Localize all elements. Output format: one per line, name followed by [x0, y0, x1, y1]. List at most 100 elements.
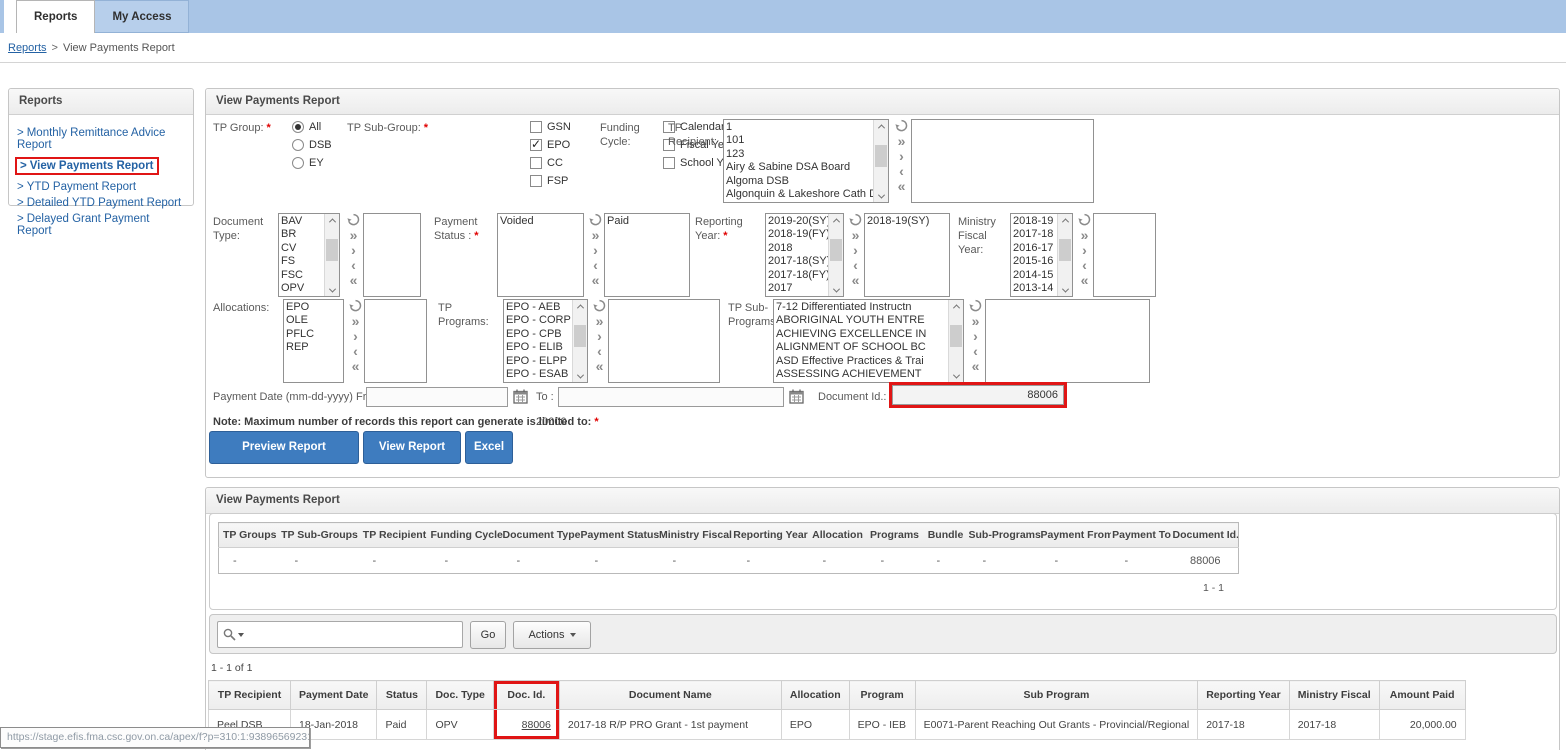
scrollbar-thumb[interactable] — [1059, 239, 1071, 261]
scrollbar-thumb[interactable] — [950, 325, 962, 347]
move-all-right-icon[interactable]: » — [352, 314, 360, 329]
list-option[interactable]: 7-12 Differentiated Instructn — [776, 301, 948, 314]
move-left-icon[interactable]: ‹ — [597, 344, 602, 359]
radio-dsb[interactable]: DSB — [292, 136, 332, 154]
sidebar-item-detailed-ytd[interactable]: >Detailed YTD Payment Report — [17, 197, 185, 209]
shuttle-reset-icon[interactable] — [969, 299, 982, 314]
tp-programs-list[interactable]: EPO - AEB EPO - CORP EPO - CPB EPO - ELI… — [503, 299, 588, 383]
move-all-right-icon[interactable]: » — [596, 314, 604, 329]
ministry-fiscal-selected-box[interactable] — [1093, 213, 1156, 297]
move-right-icon[interactable]: › — [593, 243, 598, 258]
list-option[interactable]: 2017-18 — [1013, 228, 1057, 241]
results-col-document-name[interactable]: Document Name — [559, 681, 781, 710]
list-option[interactable]: 2018-19(FY) — [768, 228, 828, 241]
scroll-down-icon[interactable] — [325, 284, 339, 296]
list-scrollbar[interactable] — [828, 214, 843, 296]
doc-id-link[interactable]: 88006 — [522, 719, 551, 731]
calendar-icon[interactable] — [789, 389, 805, 404]
tp-recipient-list[interactable]: 1 101 123 Airy & Sabine DSA Board Algoma… — [723, 119, 889, 203]
document-id-input[interactable]: 88006 — [892, 385, 1064, 405]
list-option[interactable]: 1 — [726, 121, 873, 134]
scrollbar-thumb[interactable] — [830, 239, 842, 261]
list-option[interactable]: ASD Effective Practices & Trai — [776, 355, 948, 368]
scroll-down-icon[interactable] — [829, 284, 843, 296]
scroll-up-icon[interactable] — [874, 120, 888, 132]
move-all-left-icon[interactable]: « — [350, 273, 358, 288]
checkbox-icon[interactable] — [530, 121, 542, 133]
scroll-down-icon[interactable] — [874, 190, 888, 202]
tab-reports[interactable]: Reports — [16, 0, 95, 33]
preview-report-button[interactable]: Preview Report — [209, 431, 359, 464]
shuttle-reset-icon[interactable] — [895, 119, 908, 134]
search-icon[interactable] — [223, 628, 236, 641]
list-option[interactable]: CV — [281, 242, 324, 255]
move-left-icon[interactable]: ‹ — [351, 258, 356, 273]
list-option[interactable]: 2017 — [768, 282, 828, 295]
shuttle-reset-icon[interactable] — [849, 213, 862, 228]
sidebar-item-ytd-payment[interactable]: >YTD Payment Report — [17, 181, 185, 193]
list-option[interactable]: ASSESSING ACHIEVEMENT — [776, 368, 948, 381]
move-all-right-icon[interactable]: » — [592, 228, 600, 243]
move-right-icon[interactable]: › — [973, 329, 978, 344]
radio-icon[interactable] — [292, 139, 304, 151]
search-options-caret-icon[interactable] — [238, 633, 244, 637]
shuttle-reset-icon[interactable] — [589, 213, 602, 228]
list-option[interactable]: 2015-16 — [1013, 255, 1057, 268]
move-all-left-icon[interactable]: « — [972, 359, 980, 374]
results-col-ministry-fiscal[interactable]: Ministry Fiscal — [1289, 681, 1379, 710]
scrollbar-thumb[interactable] — [574, 325, 586, 347]
shuttle-reset-icon[interactable] — [1078, 213, 1091, 228]
list-option[interactable]: Algonquin & Lakeshore Cath D — [726, 188, 873, 201]
list-option[interactable]: 2014-15 — [1013, 269, 1057, 282]
list-option[interactable]: ABORIGINAL YOUTH ENTRE — [776, 314, 948, 327]
view-report-button[interactable]: View Report — [363, 431, 461, 464]
sidebar-item-monthly-remittance[interactable]: >Monthly Remittance Advice Report — [17, 127, 185, 151]
allocations-list[interactable]: EPO OLE PFLC REP — [283, 299, 344, 383]
go-button[interactable]: Go — [470, 621, 506, 649]
scrollbar-thumb[interactable] — [875, 145, 887, 167]
list-option[interactable]: 2017-18(SY) — [768, 255, 828, 268]
move-all-right-icon[interactable]: » — [1081, 228, 1089, 243]
move-right-icon[interactable]: › — [353, 329, 358, 344]
ministry-fiscal-list[interactable]: 2018-19 2017-18 2016-17 2015-16 2014-15 … — [1010, 213, 1073, 297]
move-left-icon[interactable]: ‹ — [853, 258, 858, 273]
move-left-icon[interactable]: ‹ — [973, 344, 978, 359]
move-right-icon[interactable]: › — [597, 329, 602, 344]
radio-icon[interactable] — [292, 121, 304, 133]
move-right-icon[interactable]: › — [351, 243, 356, 258]
list-option[interactable]: 2018-19 — [1013, 215, 1057, 228]
list-option[interactable]: EPO - CORP — [506, 314, 572, 327]
reporting-year-list[interactable]: 2019-20(SY) 2018-19(FY) 2018 2017-18(SY)… — [765, 213, 844, 297]
move-left-icon[interactable]: ‹ — [899, 164, 904, 179]
list-option[interactable]: 2018 — [768, 242, 828, 255]
scroll-down-icon[interactable] — [1058, 284, 1072, 296]
move-all-left-icon[interactable]: « — [592, 273, 600, 288]
list-option[interactable]: 2013-14 — [1013, 282, 1057, 295]
tp-programs-selected-box[interactable] — [608, 299, 720, 383]
list-option[interactable]: REP — [286, 341, 341, 354]
list-option[interactable]: Paid — [607, 215, 687, 228]
results-col-allocation[interactable]: Allocation — [781, 681, 849, 710]
checkbox-icon[interactable] — [530, 175, 542, 187]
move-all-right-icon[interactable]: » — [852, 228, 860, 243]
results-col-payment-date[interactable]: Payment Date — [291, 681, 377, 710]
tp-recipient-selected-box[interactable] — [911, 119, 1094, 203]
calendar-icon[interactable] — [513, 389, 529, 404]
scrollbar-thumb[interactable] — [326, 239, 338, 261]
payment-status-selected-list[interactable]: Paid — [604, 213, 690, 297]
tp-sub-programs-list[interactable]: 7-12 Differentiated Instructn ABORIGINAL… — [773, 299, 964, 383]
list-option[interactable]: BAV — [281, 215, 324, 228]
list-option[interactable]: OPV — [281, 282, 324, 295]
list-option[interactable]: Algoma DSB — [726, 175, 873, 188]
sidebar-item-delayed-grant[interactable]: >Delayed Grant Payment Report — [17, 213, 185, 237]
tab-my-access[interactable]: My Access — [95, 0, 189, 33]
list-option[interactable]: EPO — [286, 301, 341, 314]
move-all-left-icon[interactable]: « — [596, 359, 604, 374]
list-option[interactable]: FSC — [281, 269, 324, 282]
list-option[interactable]: ALIGNMENT OF SCHOOL BC — [776, 341, 948, 354]
radio-ey[interactable]: EY — [292, 154, 332, 172]
move-left-icon[interactable]: ‹ — [593, 258, 598, 273]
list-scrollbar[interactable] — [873, 120, 888, 202]
move-all-right-icon[interactable]: » — [972, 314, 980, 329]
payment-date-from-input[interactable] — [366, 387, 508, 407]
